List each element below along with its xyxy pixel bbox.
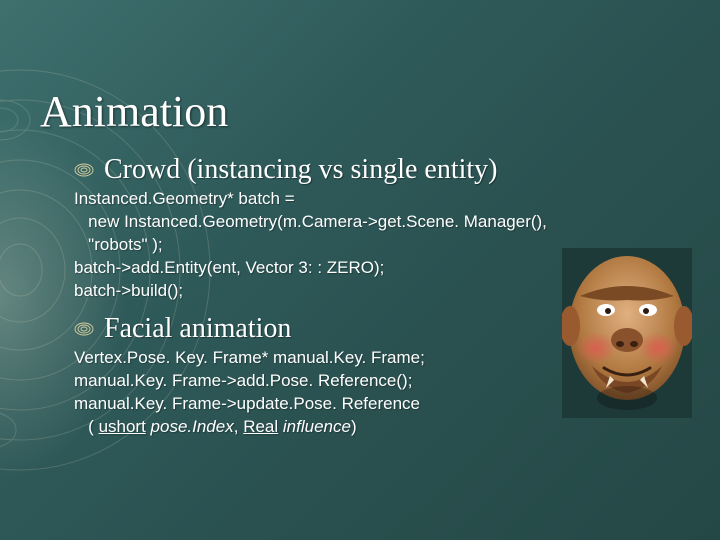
slide-title: Animation [40, 86, 228, 137]
bullet-label: Facial animation [104, 313, 291, 345]
bullet-label: Crowd (instancing vs single entity) [104, 154, 498, 186]
contour-bullet-icon [74, 163, 94, 177]
ogre-face-image [562, 248, 692, 418]
contour-bullet-icon [74, 322, 94, 336]
bullet-item: Crowd (instancing vs single entity) [74, 154, 690, 186]
slide: Animation Crowd (instancing vs single en… [0, 0, 720, 540]
